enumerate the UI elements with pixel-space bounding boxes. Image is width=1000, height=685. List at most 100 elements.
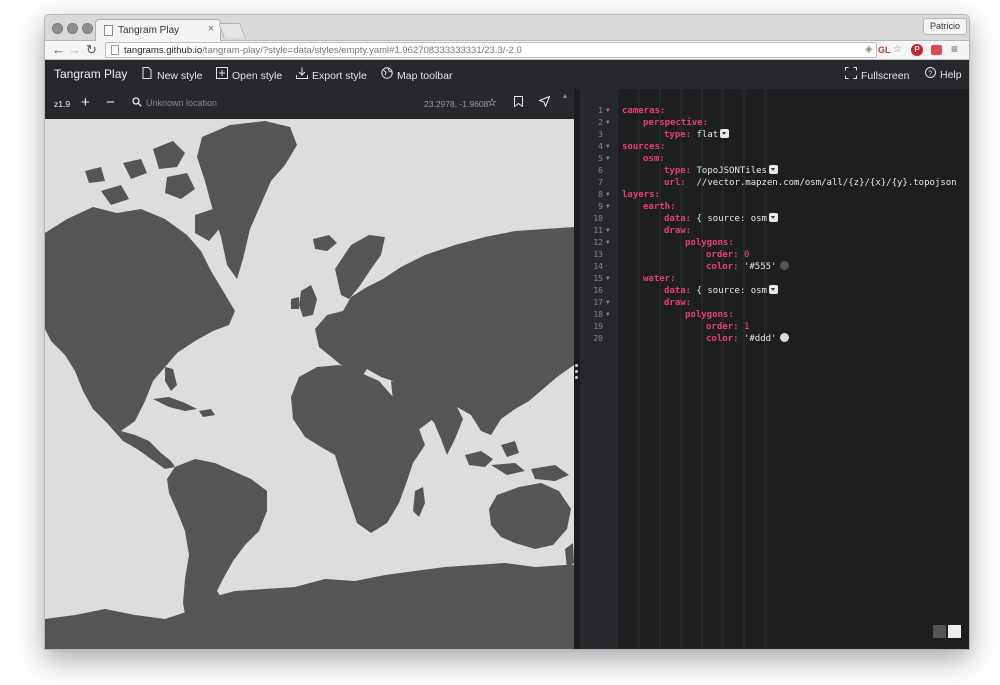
code-line[interactable]: 3 type: flat <box>580 129 969 141</box>
code-line[interactable]: 18 ▼ polygons: <box>580 309 969 321</box>
code-line[interactable]: 6 type: TopoJSONTiles <box>580 165 969 177</box>
code-token: { source: osm <box>696 214 767 224</box>
zoom-window-button[interactable] <box>82 23 93 34</box>
code-token: type: <box>664 166 697 176</box>
code-line[interactable]: 7 url: //vector.mapzen.com/osm/all/{z}/{x… <box>580 177 969 189</box>
forward-arrow-icon[interactable]: → <box>68 42 81 58</box>
fold-arrow-icon[interactable]: ▼ <box>606 309 610 321</box>
fold-arrow-icon[interactable]: ▼ <box>606 225 610 237</box>
line-number: 7 <box>598 178 603 187</box>
help-button[interactable]: ? Help <box>924 67 962 81</box>
line-number: 3 <box>598 130 603 139</box>
code-line[interactable]: 5 ▼ osm: <box>580 153 969 165</box>
reload-icon[interactable]: ↻ <box>86 42 97 58</box>
line-number: 1 <box>598 106 603 115</box>
line-number: 9 <box>598 202 603 211</box>
fold-arrow-icon[interactable]: ▼ <box>606 141 610 153</box>
code-text: data: { source: osm <box>664 285 778 297</box>
fold-arrow-icon[interactable]: ▼ <box>606 201 610 213</box>
profile-button[interactable]: Patricio <box>922 18 967 35</box>
open-style-button[interactable]: Open style <box>216 67 282 82</box>
fold-arrow-icon[interactable]: ▼ <box>606 237 610 249</box>
tab-close-icon[interactable]: × <box>208 23 214 35</box>
line-number: 8 <box>598 190 603 199</box>
export-style-button[interactable]: Export style <box>296 67 367 82</box>
color-swatch[interactable] <box>780 333 790 342</box>
back-arrow-icon[interactable]: ← <box>52 42 65 58</box>
code-line[interactable]: 10 data: { source: osm <box>580 213 969 225</box>
zoom-in-button[interactable]: + <box>81 94 90 111</box>
bookmark-icon[interactable] <box>511 96 525 110</box>
pinterest-icon[interactable]: P <box>911 44 923 56</box>
new-tab-button[interactable] <box>218 23 246 38</box>
color-swatch[interactable] <box>780 261 790 270</box>
code-token: { source: osm <box>696 286 767 296</box>
fold-arrow-icon[interactable]: ▼ <box>606 189 610 201</box>
dropdown-widget-icon[interactable] <box>768 213 778 222</box>
location-search-input[interactable] <box>146 95 326 111</box>
menu-icon[interactable]: ≡ <box>951 42 958 56</box>
code-line[interactable]: 11 ▼ draw: <box>580 225 969 237</box>
fold-arrow-icon[interactable]: ▼ <box>606 117 610 129</box>
line-number: 10 <box>593 214 603 223</box>
fold-arrow-icon[interactable]: ▼ <box>606 273 610 285</box>
code-line[interactable]: 1 ▼ cameras: <box>580 105 969 117</box>
browser-window: Tangram Play × Patricio ← → ↻ tangrams.g… <box>44 14 970 650</box>
address-bar[interactable]: tangrams.github.io/tangram-play/?style=d… <box>105 42 877 58</box>
world-map <box>45 119 574 649</box>
code-line[interactable]: 16 data: { source: osm <box>580 285 969 297</box>
code-line[interactable]: 14 color: '#555' <box>580 261 969 273</box>
location-icon[interactable]: ◈ <box>865 43 873 57</box>
code-line[interactable]: 8 ▼ layers: <box>580 189 969 201</box>
code-line[interactable]: 19 order: 1 <box>580 321 969 333</box>
code-line[interactable]: 2 ▼ perspective: <box>580 117 969 129</box>
map-toolbar-button[interactable]: Map toolbar <box>381 67 452 82</box>
code-line[interactable]: 4 ▼ sources: <box>580 141 969 153</box>
minimize-window-button[interactable] <box>67 23 78 34</box>
line-number: 16 <box>593 286 603 295</box>
code-token: //vector.mapzen.com/osm/all/{z}/{x}/{y}.… <box>696 178 957 188</box>
dropdown-widget-icon[interactable] <box>768 285 778 294</box>
geolocate-icon[interactable] <box>537 95 551 110</box>
dropdown-widget-icon[interactable] <box>768 165 778 174</box>
open-style-label: Open style <box>232 70 283 82</box>
dark-theme-swatch[interactable] <box>933 625 946 638</box>
file-icon <box>141 67 153 82</box>
map-canvas[interactable] <box>45 119 574 649</box>
page-icon <box>111 45 119 55</box>
scroll-up-icon[interactable]: ▲ <box>558 90 572 104</box>
map-panel: z1.9 + − 23.2978, -1.9608 ☆ ▲ <box>45 89 574 649</box>
code-text: osm: <box>643 153 665 165</box>
fold-arrow-icon[interactable]: ▼ <box>606 153 610 165</box>
drag-handle-icon[interactable] <box>575 364 579 382</box>
app-toolbar: Tangram Play New style Open style Export… <box>45 60 969 89</box>
code-token: data: <box>664 214 697 224</box>
code-line[interactable]: 17 ▼ draw: <box>580 297 969 309</box>
code-editor[interactable]: 1 ▼ cameras: 2 ▼ perspective: 3 type: flat 4 ▼ sou… <box>580 89 969 649</box>
code-line[interactable]: 9 ▼ earth: <box>580 201 969 213</box>
zoom-out-button[interactable]: − <box>106 94 115 111</box>
code-text: order: 0 <box>706 249 749 261</box>
bookmark-star-icon[interactable]: ☆ <box>893 43 902 57</box>
code-token: color: <box>706 262 744 272</box>
code-line[interactable]: 15 ▼ water: <box>580 273 969 285</box>
map-toolbar-label: Map toolbar <box>397 70 453 82</box>
star-icon[interactable]: ☆ <box>485 96 499 110</box>
code-line[interactable]: 13 order: 0 <box>580 249 969 261</box>
code-line[interactable]: 12 ▼ polygons: <box>580 237 969 249</box>
pocket-icon[interactable] <box>931 45 942 55</box>
new-style-button[interactable]: New style <box>141 67 203 82</box>
code-line[interactable]: 20 color: '#ddd' <box>580 333 969 345</box>
fullscreen-button[interactable]: Fullscreen <box>845 67 909 82</box>
dropdown-widget-icon[interactable] <box>720 129 730 138</box>
fold-arrow-icon[interactable]: ▼ <box>606 105 610 117</box>
code-token: flat <box>696 130 719 140</box>
gl-extension-icon[interactable]: GL <box>878 43 891 57</box>
light-theme-swatch[interactable] <box>948 625 961 638</box>
tab-title: Tangram Play <box>118 25 180 36</box>
code-text: layers: <box>622 189 660 201</box>
close-window-button[interactable] <box>52 23 63 34</box>
code-text: sources: <box>622 141 665 153</box>
browser-tab[interactable]: Tangram Play × <box>95 19 221 42</box>
fold-arrow-icon[interactable]: ▼ <box>606 297 610 309</box>
